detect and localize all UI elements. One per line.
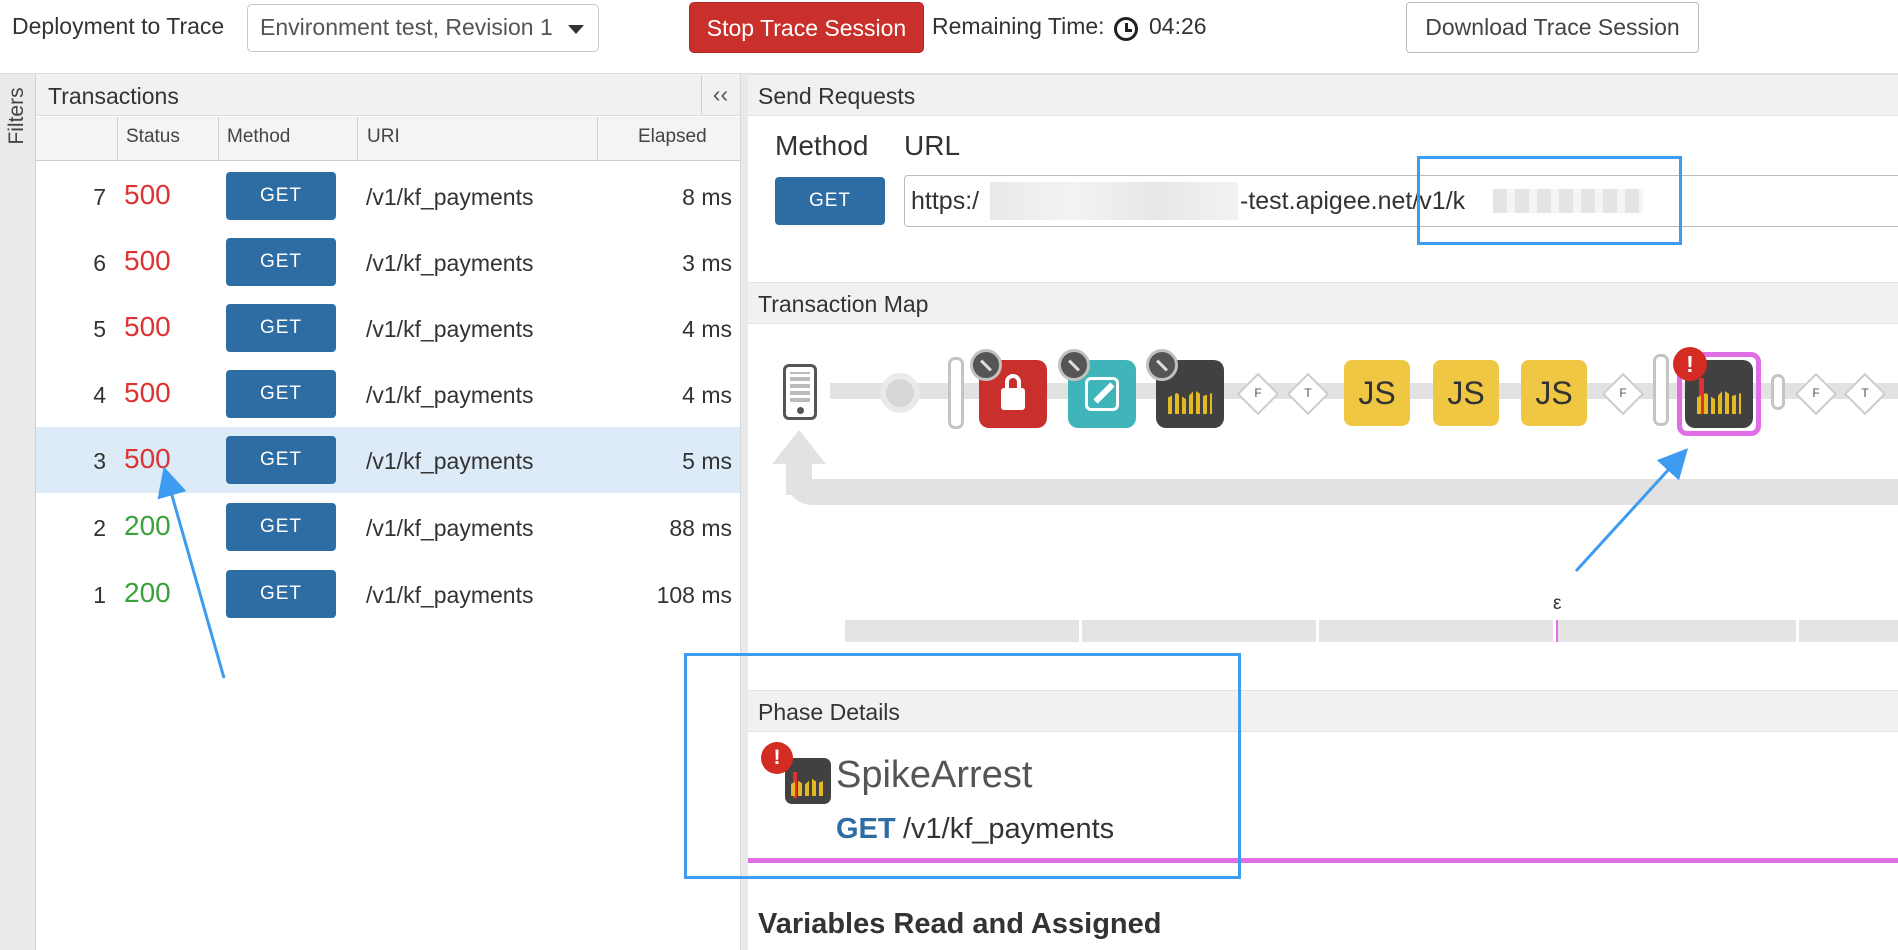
annotation-arrow-to-policy xyxy=(1574,448,1689,573)
annotation-arrow-to-status xyxy=(157,466,226,679)
annotation-arrows xyxy=(157,448,1689,679)
